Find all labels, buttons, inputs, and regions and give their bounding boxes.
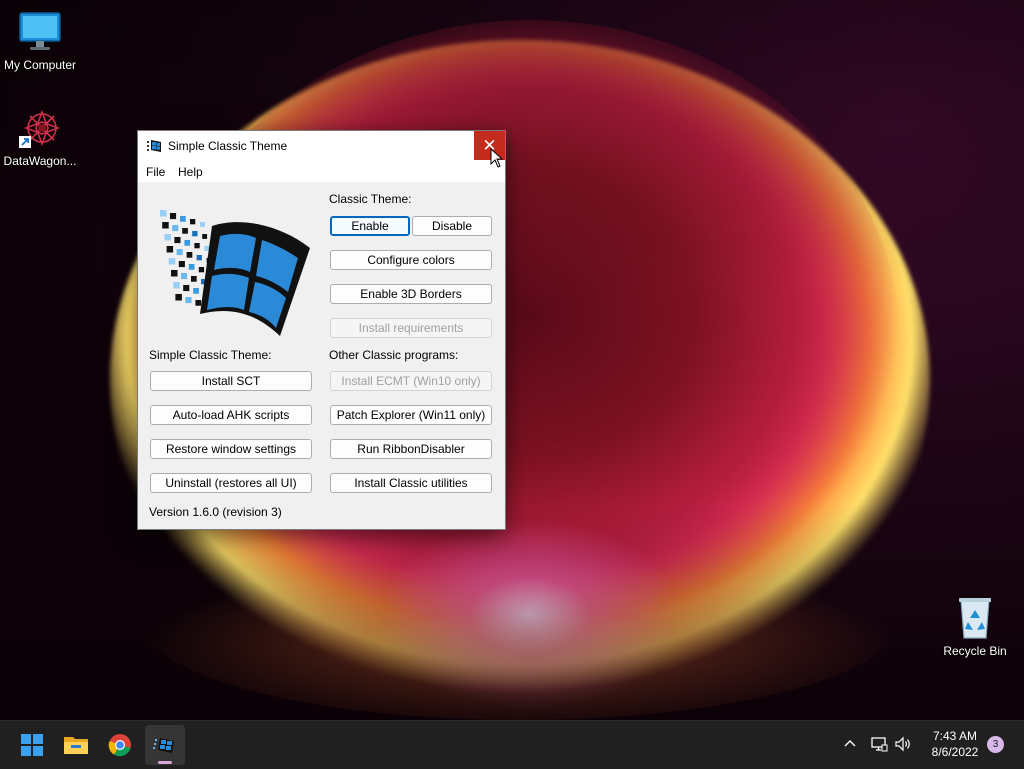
menu-bar: File Help [138,162,505,182]
logo-pixel [194,243,200,249]
disable-button[interactable]: Disable [412,216,492,236]
show-hidden-icons-chevron-up-icon[interactable] [842,736,858,752]
folder-icon [64,737,88,754]
logo-pixel [164,234,171,241]
logo-pixel [173,282,180,289]
desktop-icon-my-computer[interactable]: My Computer [0,10,80,72]
simple-classic-theme-window: Simple Classic Theme ✕ File Help Classic… [137,130,506,530]
logo-pixel [198,267,205,273]
menu-help[interactable]: Help [178,165,203,179]
logo-pixel [186,252,193,258]
install-ecmt-button[interactable]: Install ECMT (Win10 only) [330,371,492,391]
logo-pixel [178,261,185,268]
logo-pixel [175,294,182,301]
datawagon-shortcut-icon [18,106,62,150]
logo-pixel [196,255,202,261]
app-logo-icon [153,738,174,753]
chrome-icon [108,734,131,757]
logo-pixel [191,276,197,282]
volume-icon[interactable] [894,735,912,753]
taskbar-chrome[interactable] [100,725,140,765]
logo-pixel [162,222,169,229]
app-logo-icon [146,138,162,154]
logo-pixel [174,237,181,244]
monitor-icon [18,10,62,54]
install-requirements-button[interactable]: Install requirements [330,318,492,338]
logo-pixel [188,264,195,270]
notification-badge[interactable]: 3 [987,736,1004,753]
desktop-icon-recycle-bin[interactable]: Recycle Bin [935,596,1015,658]
windows-start-icon [21,734,43,756]
clock-time: 7:43 AM [932,729,978,743]
desktop-icon-label: Recycle Bin [943,644,1007,658]
logo-pixel [193,288,199,294]
network-icon[interactable] [870,735,888,753]
taskbar-simple-classic-theme[interactable] [145,725,185,765]
logo-pixel [204,246,210,251]
menu-file[interactable]: File [146,165,165,179]
run-ribbondisabler-button[interactable]: Run RibbonDisabler [330,439,492,459]
logo-pixel [168,258,176,265]
other-programs-label: Other Classic programs: [329,348,459,362]
classic-windows-logo-icon [152,196,312,336]
taskbar-clock[interactable]: 7:43 AM 8/6/2022 [915,728,995,760]
enable-button[interactable]: Enable [330,216,410,236]
logo-pixel [170,213,177,220]
logo-pixel [160,210,167,217]
logo-pixel [176,249,183,256]
logo-pixel [195,300,202,306]
install-classic-utilities-button[interactable]: Install Classic utilities [330,473,492,493]
enable-3d-borders-button[interactable]: Enable 3D Borders [330,284,492,304]
active-app-indicator [158,761,172,764]
logo-pixel [184,240,191,246]
logo-pixel [200,222,205,227]
mouse-cursor-icon [490,147,504,168]
logo-pixel [166,246,174,253]
logo-pixel [181,273,188,280]
logo-pixel [183,285,190,292]
taskbar-file-explorer[interactable] [56,725,96,765]
desktop-icon-datawagon[interactable]: DataWagon... [0,106,80,168]
autoload-ahk-button[interactable]: Auto-load AHK scripts [150,405,312,425]
patch-explorer-button[interactable]: Patch Explorer (Win11 only) [330,405,492,425]
logo-pixel [172,225,179,232]
logo-pixel [185,297,192,304]
recycle-bin-icon [953,596,997,640]
logo-pixel [202,234,208,239]
start-button[interactable] [12,725,52,765]
version-text: Version 1.6.0 (revision 3) [149,505,282,519]
desktop-icon-label: My Computer [3,58,77,72]
sct-section-label: Simple Classic Theme: [149,348,272,362]
configure-colors-button[interactable]: Configure colors [330,250,492,270]
desktop-icon-label: DataWagon... [3,154,77,168]
logo-pixel [180,216,186,222]
logo-pixel [171,270,178,277]
uninstall-button[interactable]: Uninstall (restores all UI) [150,473,312,493]
install-sct-button[interactable]: Install SCT [150,371,312,391]
classic-theme-label: Classic Theme: [329,192,412,206]
window-content: Classic Theme: Enable Disable Configure … [138,182,505,529]
logo-pixel [190,219,196,225]
logo-pixel [182,228,188,234]
restore-window-settings-button[interactable]: Restore window settings [150,439,312,459]
logo-pixel [192,231,198,237]
window-title: Simple Classic Theme [168,139,288,153]
window-titlebar[interactable]: Simple Classic Theme ✕ [138,131,505,162]
clock-date: 8/6/2022 [931,745,979,759]
